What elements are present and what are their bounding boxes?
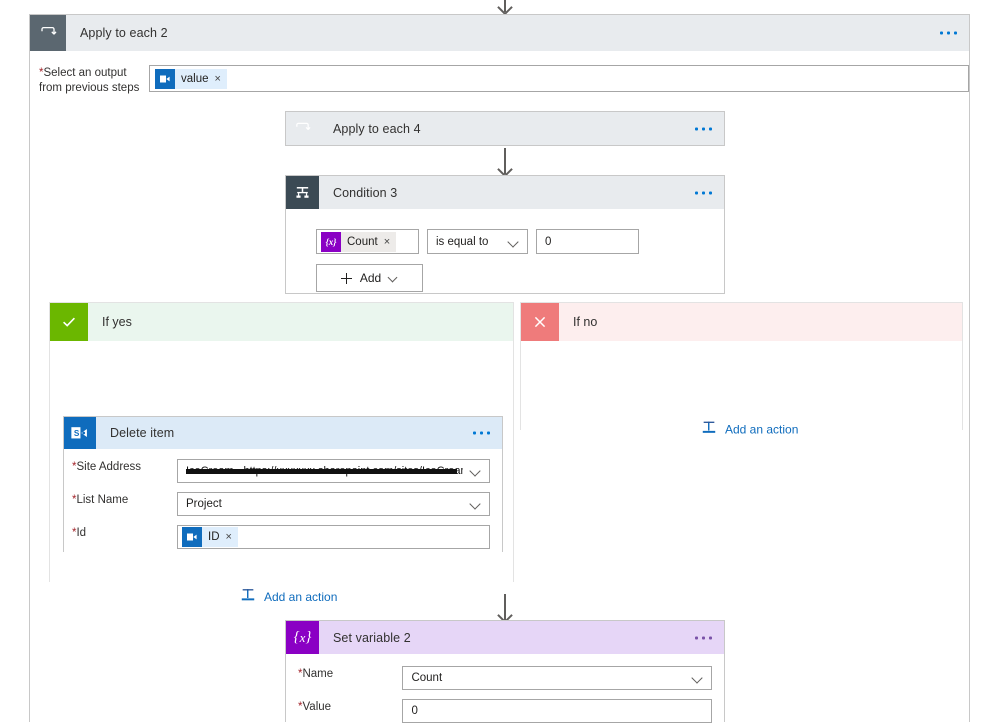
condition-3-body: {x} Count × is equal to 0 Add xyxy=(286,209,724,292)
apply-to-each-2-header[interactable]: Apply to each 2 xyxy=(30,15,969,51)
variable-value-value: 0 xyxy=(411,705,418,717)
arrow-into-apply-each-2 xyxy=(504,0,506,12)
if-yes-add-an-action[interactable]: Add an action xyxy=(240,587,337,606)
variable-value-input[interactable]: 0 xyxy=(402,699,712,723)
variable-name-label: Name xyxy=(302,668,334,680)
if-yes-body: S Delete item *Site Address IceCream - h… xyxy=(50,341,513,604)
if-yes-header: If yes xyxy=(50,303,513,341)
add-action-icon xyxy=(701,420,717,439)
id-input[interactable]: ID × xyxy=(177,525,490,549)
loop-icon xyxy=(30,15,66,51)
value-token-label: value xyxy=(181,72,209,85)
field-list-name: *List Name Project xyxy=(72,492,490,516)
variable-value-label: Value xyxy=(302,701,332,713)
site-address-dropdown[interactable]: IceCream - https://xxxxxxx.sharepoint.co… xyxy=(177,459,490,483)
list-name-value: Project xyxy=(186,498,222,510)
close-icon xyxy=(521,303,559,341)
list-name-label: List Name xyxy=(76,494,129,506)
variable-icon: {x} xyxy=(286,621,319,654)
branch-if-no: If no Add an action xyxy=(520,302,963,436)
select-output-label: *Select an output from previous steps xyxy=(39,67,140,94)
site-address-value: IceCream - https://xxxxxxx.sharepoint.co… xyxy=(186,465,463,477)
chevron-down-icon xyxy=(471,466,481,476)
add-action-icon xyxy=(240,587,256,606)
apply-to-each-4-title: Apply to each 4 xyxy=(333,121,421,136)
condition-3-header[interactable]: Condition 3 xyxy=(286,176,724,209)
arrow-condition-to-set-variable-2 xyxy=(504,594,506,620)
plus-icon xyxy=(340,272,352,284)
id-token[interactable]: ID × xyxy=(182,527,238,547)
count-token-remove-icon[interactable]: × xyxy=(384,236,390,248)
variable-name-value: Count xyxy=(411,672,443,684)
action-delete-item[interactable]: S Delete item *Site Address IceCream - h… xyxy=(63,416,503,564)
condition-operator-value: is equal to xyxy=(436,235,489,248)
apply-to-each-2-more-button[interactable] xyxy=(940,31,957,35)
condition-icon xyxy=(286,176,319,209)
condition-3-more-button[interactable] xyxy=(695,191,712,194)
checkmark-icon xyxy=(50,303,88,341)
condition-operator-select[interactable]: is equal to xyxy=(427,229,528,254)
condition-3-title: Condition 3 xyxy=(333,185,398,200)
if-yes-label: If yes xyxy=(102,315,132,329)
if-no-add-an-action-label: Add an action xyxy=(725,422,799,436)
delete-item-header[interactable]: S Delete item xyxy=(64,417,502,449)
sharepoint-token-icon xyxy=(182,527,202,547)
count-token-label: Count xyxy=(347,235,378,248)
chevron-down-icon xyxy=(509,237,519,247)
if-no-label: If no xyxy=(573,315,598,329)
condition-right-operand-input[interactable]: 0 xyxy=(536,229,639,254)
loop-icon xyxy=(286,112,319,145)
field-id: *Id ID × xyxy=(72,525,490,549)
select-output-input[interactable]: value × xyxy=(149,65,969,92)
variable-token-icon: {x} xyxy=(321,231,341,252)
select-output-row: *Select an output from previous steps va… xyxy=(39,65,969,95)
field-variable-value: *Value 0 xyxy=(298,699,712,723)
condition-add-button[interactable]: Add xyxy=(316,264,423,292)
site-address-label: Site Address xyxy=(76,461,142,473)
field-variable-name: *Name Count xyxy=(298,666,712,690)
set-variable-2-header[interactable]: {x} Set variable 2 xyxy=(286,621,724,654)
chevron-down-icon xyxy=(471,499,481,509)
id-token-remove-icon[interactable]: × xyxy=(226,531,232,543)
list-name-dropdown[interactable]: Project xyxy=(177,492,490,516)
value-token-remove-icon[interactable]: × xyxy=(215,73,221,85)
action-apply-to-each-4[interactable]: Apply to each 4 xyxy=(285,111,725,146)
arrow-apply-each-4-to-condition-3 xyxy=(504,148,506,174)
delete-item-more-button[interactable] xyxy=(473,431,490,435)
apply-to-each-4-more-button[interactable] xyxy=(695,127,712,130)
if-no-add-an-action[interactable]: Add an action xyxy=(701,420,798,439)
condition-left-operand-input[interactable]: {x} Count × xyxy=(316,229,419,254)
apply-to-each-2-title: Apply to each 2 xyxy=(80,26,168,40)
condition-add-label: Add xyxy=(359,271,382,285)
action-set-variable-2[interactable]: {x} Set variable 2 *Name Count *Value 0 xyxy=(285,620,725,723)
variable-name-dropdown[interactable]: Count xyxy=(402,666,712,690)
action-condition-3[interactable]: Condition 3 {x} Count × is equal to 0 Ad… xyxy=(285,175,725,294)
chevron-down-icon xyxy=(389,274,398,283)
value-token[interactable]: value × xyxy=(155,68,227,89)
condition-right-operand-value: 0 xyxy=(545,235,552,248)
delete-item-title: Delete item xyxy=(110,426,175,440)
set-variable-2-body: *Name Count *Value 0 xyxy=(286,654,724,723)
apply-to-each-4-header[interactable]: Apply to each 4 xyxy=(286,112,724,145)
sharepoint-icon: S xyxy=(64,417,96,449)
id-label: Id xyxy=(76,527,87,539)
field-site-address: *Site Address IceCream - https://xxxxxxx… xyxy=(72,459,490,483)
svg-text:S: S xyxy=(74,429,80,438)
chevron-down-icon xyxy=(693,673,703,683)
branch-if-yes: If yes S Delete item *Site Address IceCr… xyxy=(49,302,514,604)
set-variable-2-title: Set variable 2 xyxy=(333,630,411,645)
if-yes-add-an-action-label: Add an action xyxy=(264,589,338,604)
id-token-label: ID xyxy=(208,531,220,543)
sharepoint-token-icon xyxy=(155,68,175,89)
delete-item-body: *Site Address IceCream - https://xxxxxxx… xyxy=(64,449,502,564)
if-no-body: Add an action xyxy=(521,341,962,436)
count-token[interactable]: {x} Count × xyxy=(321,231,397,252)
set-variable-2-more-button[interactable] xyxy=(695,636,712,639)
if-no-header: If no xyxy=(521,303,962,341)
